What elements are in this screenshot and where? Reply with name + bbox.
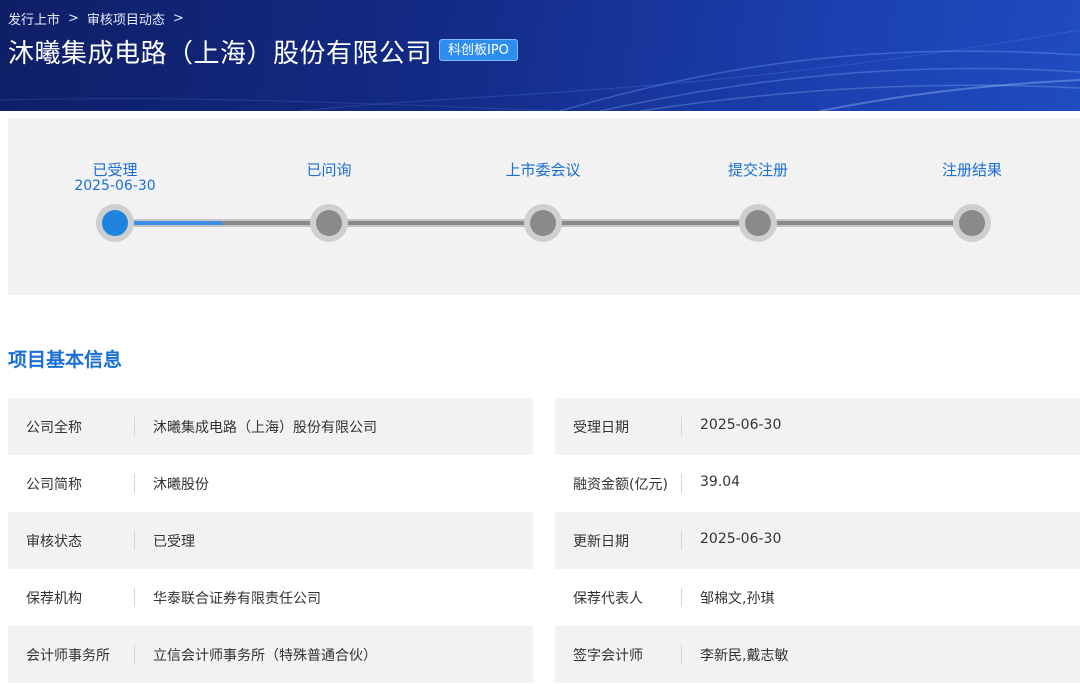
- section-title: 项目基本信息: [8, 349, 123, 371]
- info-value: 邹棉文,孙琪: [700, 591, 775, 607]
- info-label: 会计师事务所: [26, 647, 110, 664]
- info-row-accounting-firm: 会计师事务所 立信会计师事务所（特殊普通合伙）: [8, 626, 533, 683]
- info-value: 立信会计师事务所（特殊普通合伙）: [153, 648, 377, 664]
- cell-divider: [134, 417, 135, 436]
- cell-divider: [134, 645, 135, 664]
- info-value: 39.04: [700, 474, 741, 490]
- info-value: 沐曦集成电路（上海）股份有限公司: [153, 420, 377, 436]
- cell-divider: [134, 531, 135, 550]
- info-label: 受理日期: [573, 419, 629, 436]
- cell-divider: [681, 474, 682, 493]
- cell-divider: [681, 588, 682, 607]
- info-value: 华泰联合证券有限责任公司: [153, 591, 321, 607]
- info-label: 公司简称: [26, 476, 82, 493]
- stage-node-submit-registration[interactable]: [739, 204, 777, 242]
- cell-divider: [134, 474, 135, 493]
- page-title: 沐曦集成电路（上海）股份有限公司: [8, 39, 433, 69]
- info-label: 更新日期: [573, 533, 629, 550]
- info-value: 李新民,戴志敏: [700, 648, 789, 664]
- chevron-right-icon: >: [68, 11, 79, 26]
- breadcrumb-item-review-news[interactable]: 审核项目动态: [87, 9, 165, 28]
- info-row-review-status: 审核状态 已受理: [8, 512, 533, 569]
- cell-divider: [134, 588, 135, 607]
- info-row-accept-date: 受理日期 2025-06-30: [555, 398, 1080, 455]
- info-row-signing-accountants: 签字会计师 李新民,戴志敏: [555, 626, 1080, 683]
- info-value: 2025-06-30: [700, 531, 782, 547]
- info-value: 沐曦股份: [153, 477, 209, 493]
- stage-node-accepted[interactable]: [96, 204, 134, 242]
- info-row-financing-amount: 融资金额(亿元) 39.04: [555, 455, 1080, 512]
- info-row-update-date: 更新日期 2025-06-30: [555, 512, 1080, 569]
- stage-node-inquiry[interactable]: [310, 204, 348, 242]
- info-label: 签字会计师: [573, 647, 643, 664]
- cell-divider: [681, 645, 682, 664]
- info-row-sponsor: 保荐机构 华泰联合证券有限责任公司: [8, 569, 533, 626]
- info-label: 保荐机构: [26, 590, 82, 607]
- stage-node-registration-result[interactable]: [953, 204, 991, 242]
- info-label: 融资金额(亿元): [573, 476, 668, 493]
- info-value: 已受理: [153, 534, 195, 550]
- review-progress-panel: 已受理 2025-06-30 已问询 上市委会议 提交注册 注册结果: [8, 118, 1080, 295]
- breadcrumb: 发行上市 > 审核项目动态 >: [8, 9, 186, 28]
- info-row-sponsor-reps: 保荐代表人 邹棉文,孙琪: [555, 569, 1080, 626]
- cell-divider: [681, 417, 682, 436]
- stage-label-inquiry: 已问询: [306, 161, 352, 179]
- chevron-right-icon: >: [172, 11, 184, 26]
- info-row-full-name: 公司全称 沐曦集成电路（上海）股份有限公司: [8, 398, 533, 455]
- info-row-short-name: 公司简称 沐曦股份: [8, 455, 533, 512]
- info-label: 审核状态: [26, 533, 82, 550]
- stage-node-listing-committee[interactable]: [524, 204, 562, 242]
- stage-date-accepted: 2025-06-30: [74, 178, 156, 194]
- header-banner: 发行上市 > 审核项目动态 > 沐曦集成电路（上海）股份有限公司 科创板IPO: [0, 0, 1080, 111]
- board-badge: 科创板IPO: [439, 39, 518, 61]
- info-value: 2025-06-30: [700, 417, 782, 433]
- info-label: 公司全称: [26, 419, 82, 436]
- cell-divider: [681, 531, 682, 550]
- breadcrumb-item-listing[interactable]: 发行上市: [8, 9, 60, 28]
- stage-label-listing-committee: 上市委会议: [505, 161, 581, 179]
- info-label: 保荐代表人: [573, 590, 643, 607]
- stage-label-submit-registration: 提交注册: [727, 161, 788, 179]
- stage-label-accepted: 已受理: [92, 161, 138, 179]
- stage-label-registration-result: 注册结果: [941, 161, 1002, 179]
